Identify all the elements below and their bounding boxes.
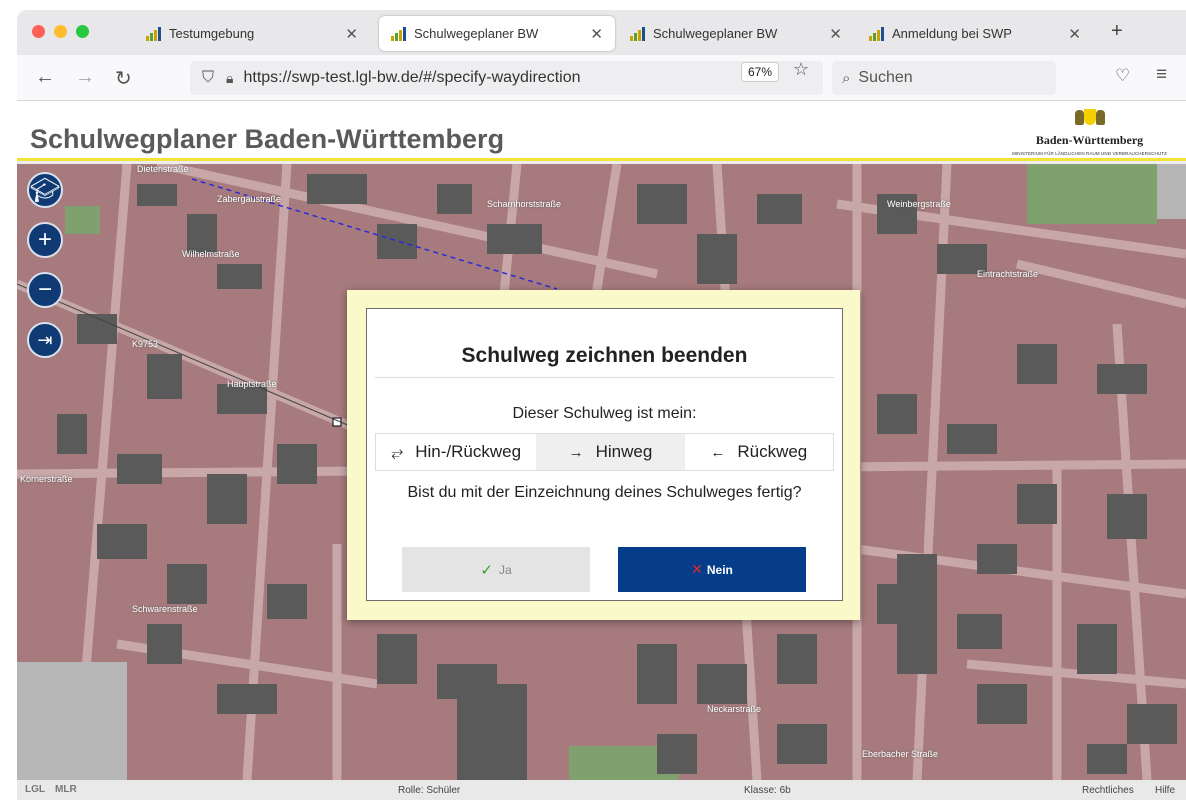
option-label: Hinweg bbox=[595, 442, 653, 461]
zoom-out-icon[interactable]: − bbox=[27, 272, 63, 308]
tab-title: Schulwegeplaner BW bbox=[653, 26, 778, 41]
bookmark-star-icon[interactable]: ☆ bbox=[793, 59, 809, 80]
option-hin-rueckweg[interactable]: ⥂ Hin-/Rückweg bbox=[376, 434, 537, 470]
url-text[interactable]: https://swp-test.lgl-bw.de/#/specify-way… bbox=[243, 69, 580, 87]
street-label: Scharnhorststraße bbox=[487, 199, 562, 209]
street-label: Hauptstraße bbox=[227, 379, 277, 389]
swp-favicon-icon bbox=[869, 26, 885, 41]
footer-logos: LGL MLR bbox=[25, 784, 77, 795]
map-preview-thumbnail[interactable] bbox=[17, 662, 127, 780]
street-label: Neckarstraße bbox=[707, 704, 762, 714]
tab-schulwegeplaner[interactable]: Schulwegeplaner BW ✕ bbox=[618, 16, 854, 51]
street-label: Eberbacher Straße bbox=[862, 749, 939, 759]
street-label: Wilhelmstraße bbox=[182, 249, 240, 259]
app-footer: LGL MLR Rolle: Schüler Klasse: 6b Rechtl… bbox=[17, 780, 1186, 800]
lgl-logo: LGL bbox=[25, 784, 45, 795]
search-icon: ⌕ bbox=[842, 69, 851, 87]
close-window-button[interactable] bbox=[32, 25, 45, 38]
new-tab-button[interactable]: + bbox=[1111, 20, 1123, 43]
option-label: Hin-/Rückweg bbox=[415, 442, 522, 461]
dialog-question: Bist du mit der Einzeichnung deines Schu… bbox=[407, 484, 802, 501]
minimize-window-button[interactable] bbox=[54, 25, 67, 38]
graduation-cap-icon[interactable]: 🎓︎ bbox=[27, 172, 63, 208]
bw-logo-subtitle: MINISTERIUM FÜR LÄNDLICHEN RAUM UND VERB… bbox=[1012, 151, 1167, 156]
no-button[interactable]: ✕ Nein bbox=[618, 547, 806, 592]
option-label: Rückweg bbox=[737, 442, 808, 461]
maximize-window-button[interactable] bbox=[76, 25, 89, 38]
bw-logo-name: Baden-Württemberg bbox=[1035, 133, 1144, 147]
tab-title: Testumgebung bbox=[169, 26, 255, 41]
mlr-logo: MLR bbox=[55, 784, 77, 795]
swp-favicon-icon bbox=[146, 26, 162, 41]
user-class: Klasse: 6b bbox=[744, 785, 791, 796]
swap-arrows-icon: ⥂ bbox=[391, 443, 404, 461]
tab-bar: Testumgebung ✕ Schulwegeplaner BW ✕ Schu… bbox=[17, 10, 1186, 55]
tab-close-icon[interactable]: ✕ bbox=[590, 25, 603, 43]
finish-route-dialog: Schulweg zeichnen beenden Dieser Schulwe… bbox=[366, 308, 843, 601]
hamburger-menu-icon[interactable]: ≡ bbox=[1156, 64, 1167, 86]
no-label: Nein bbox=[706, 562, 733, 577]
yes-button[interactable]: ✓ Ja bbox=[402, 547, 590, 592]
dialog-subtitle: Dieser Schulweg ist mein: bbox=[512, 405, 697, 422]
back-arrow-icon[interactable]: ← bbox=[35, 66, 55, 89]
bw-crest-icon bbox=[1074, 107, 1105, 129]
url-bar[interactable]: ⛉ 🔒︎ https://swp-test.lgl-bw.de/#/specif… bbox=[190, 61, 823, 95]
arrow-right-icon: → bbox=[568, 443, 584, 461]
legal-link[interactable]: Rechtliches bbox=[1082, 785, 1134, 796]
navigation-bar: ← → ↻ ⛉ 🔒︎ https://swp-test.lgl-bw.de/#/… bbox=[17, 55, 1186, 101]
tab-schulwegeplaner-active[interactable]: Schulwegeplaner BW ✕ bbox=[379, 16, 615, 51]
yes-label: Ja bbox=[498, 562, 512, 577]
dialog-divider bbox=[375, 377, 834, 378]
street-label: Weinbergstraße bbox=[887, 199, 951, 209]
search-placeholder: Suchen bbox=[858, 69, 913, 86]
app-header: Schulwegplaner Baden-Württemberg Baden-W… bbox=[17, 101, 1186, 161]
street-label: Körnerstraße bbox=[20, 474, 73, 484]
tab-title: Schulwegeplaner BW bbox=[414, 26, 539, 41]
tab-title: Anmeldung bei SWP bbox=[892, 26, 1012, 41]
zoom-in-icon[interactable]: + bbox=[27, 222, 63, 258]
swp-favicon-icon bbox=[391, 26, 407, 41]
browser-window: Testumgebung ✕ Schulwegeplaner BW ✕ Schu… bbox=[17, 10, 1186, 800]
close-icon: ✕ bbox=[691, 561, 703, 577]
tab-testumgebung[interactable]: Testumgebung ✕ bbox=[134, 16, 370, 51]
exit-icon[interactable]: ⇥ bbox=[27, 322, 63, 358]
tab-close-icon[interactable]: ✕ bbox=[829, 25, 842, 43]
forward-arrow-icon[interactable]: → bbox=[75, 66, 95, 89]
street-label: Schwarenstraße bbox=[132, 604, 198, 614]
option-rueckweg[interactable]: ← Rückweg bbox=[684, 434, 833, 470]
zoom-level-badge[interactable]: 67% bbox=[741, 62, 780, 82]
street-label: K9753 bbox=[132, 339, 159, 349]
pocket-icon[interactable]: ♡ bbox=[1115, 66, 1130, 86]
reload-icon[interactable]: ↻ bbox=[115, 66, 132, 91]
street-label: Zabergäustraße bbox=[217, 194, 282, 204]
tab-close-icon[interactable]: ✕ bbox=[345, 25, 358, 43]
street-label: Eintrachtstraße bbox=[977, 269, 1039, 279]
dialog-title: Schulweg zeichnen beenden bbox=[461, 344, 748, 367]
arrow-left-icon: ← bbox=[710, 443, 726, 461]
option-hinweg[interactable]: → Hinweg bbox=[536, 434, 685, 470]
user-role: Rolle: Schüler bbox=[398, 785, 461, 796]
swp-favicon-icon bbox=[630, 26, 646, 41]
page-title: Schulwegplaner Baden-Württemberg bbox=[30, 124, 505, 154]
direction-selector: ⥂ Hin-/Rückweg → Hinweg ← Rückweg bbox=[375, 433, 834, 471]
tab-anmeldung[interactable]: Anmeldung bei SWP ✕ bbox=[857, 16, 1093, 51]
tab-close-icon[interactable]: ✕ bbox=[1068, 25, 1081, 43]
checkmark-icon: ✓ bbox=[480, 561, 493, 579]
street-label: Dietenstraße bbox=[137, 164, 189, 174]
tracking-shield-icon[interactable]: ⛉ bbox=[202, 69, 214, 87]
search-bar[interactable]: ⌕ Suchen bbox=[832, 61, 1056, 95]
bw-logo: Baden-Württemberg MINISTERIUM FÜR LÄNDLI… bbox=[997, 107, 1182, 156]
help-link[interactable]: Hilfe bbox=[1155, 785, 1175, 796]
lock-icon[interactable]: 🔒︎ bbox=[226, 70, 233, 87]
